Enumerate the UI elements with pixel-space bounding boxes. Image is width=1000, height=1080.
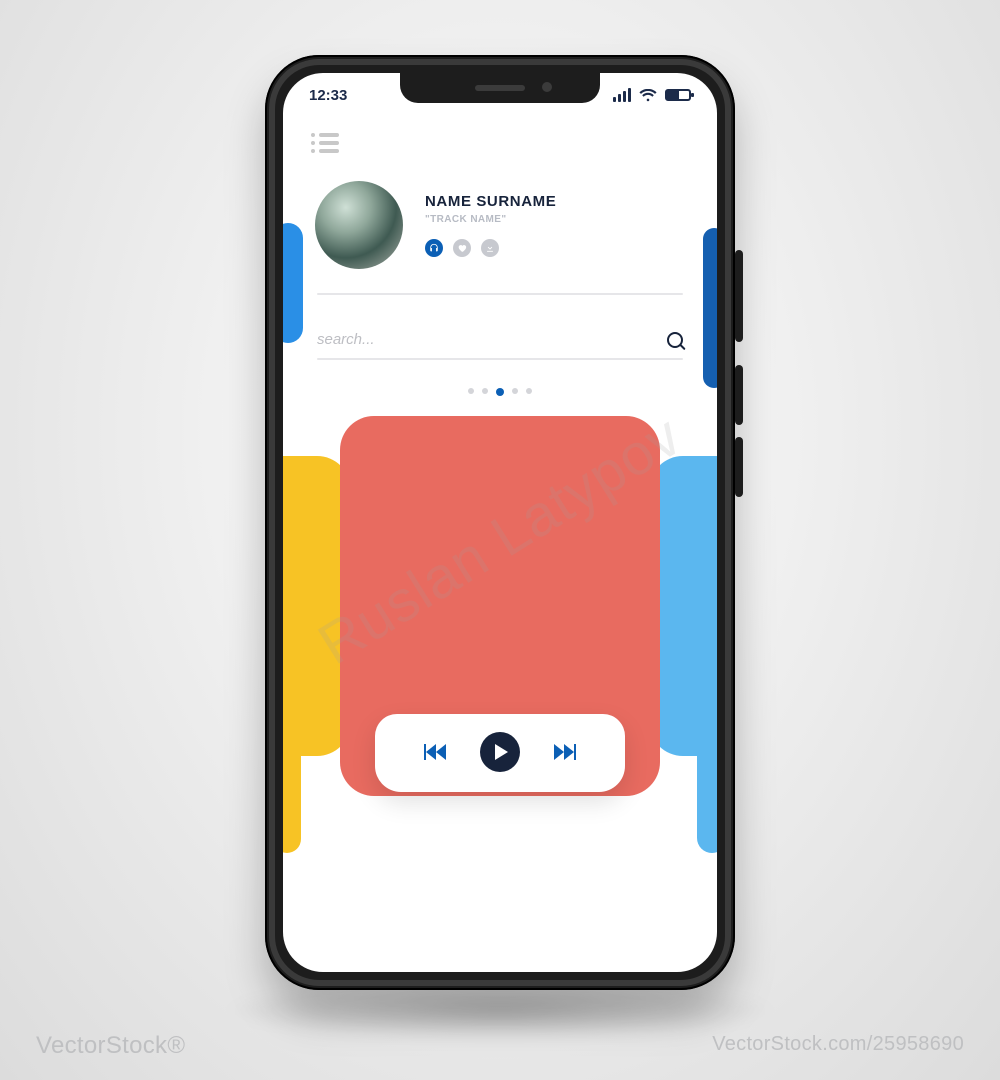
play-button[interactable] xyxy=(480,732,520,772)
pager-dot[interactable] xyxy=(526,388,532,394)
volume-up-button[interactable] xyxy=(735,365,743,425)
prev-track-button[interactable] xyxy=(424,744,446,760)
profile-row: NAME SURNAME "TRACK NAME" xyxy=(311,181,689,269)
notch xyxy=(400,73,600,103)
pager-dot[interactable] xyxy=(482,388,488,394)
track-name: "TRACK NAME" xyxy=(425,214,556,225)
download-icon[interactable] xyxy=(481,239,499,257)
artist-name: NAME SURNAME xyxy=(425,193,556,210)
album-carousel[interactable] xyxy=(311,416,689,806)
profile-text: NAME SURNAME "TRACK NAME" xyxy=(425,193,556,257)
cellular-signal-icon xyxy=(613,88,631,102)
heart-icon[interactable] xyxy=(453,239,471,257)
power-button[interactable] xyxy=(735,250,743,342)
pager-dots[interactable] xyxy=(311,388,689,396)
avatar[interactable] xyxy=(315,181,403,269)
wifi-icon xyxy=(639,89,657,102)
status-time: 12:33 xyxy=(309,87,347,104)
search-input[interactable] xyxy=(317,331,610,348)
search-row xyxy=(317,331,683,348)
volume-down-button[interactable] xyxy=(735,437,743,497)
speaker-grill xyxy=(475,85,525,91)
search-underline xyxy=(317,358,683,360)
status-right xyxy=(613,88,691,102)
menu-icon[interactable] xyxy=(311,133,339,153)
mini-actions xyxy=(425,239,556,257)
stage: 12:33 NAME SURNAME "TRACK NAME" xyxy=(0,0,1000,1080)
headphones-icon[interactable] xyxy=(425,239,443,257)
front-camera xyxy=(542,82,552,92)
watermark-bottom-left: VectorStock® xyxy=(36,1032,185,1060)
next-track-button[interactable] xyxy=(554,744,576,760)
pager-dot[interactable] xyxy=(512,388,518,394)
watermark-bottom-right: VectorStock.com/25958690 xyxy=(712,1033,964,1056)
player-controls xyxy=(375,714,625,792)
phone-frame: 12:33 NAME SURNAME "TRACK NAME" xyxy=(265,55,735,990)
pager-dot[interactable] xyxy=(468,388,474,394)
content: NAME SURNAME "TRACK NAME" xyxy=(283,73,717,972)
pager-dot-active[interactable] xyxy=(496,388,504,396)
divider xyxy=(317,293,683,295)
search-icon[interactable] xyxy=(667,332,683,348)
battery-icon xyxy=(665,89,691,101)
screen: 12:33 NAME SURNAME "TRACK NAME" xyxy=(283,73,717,972)
